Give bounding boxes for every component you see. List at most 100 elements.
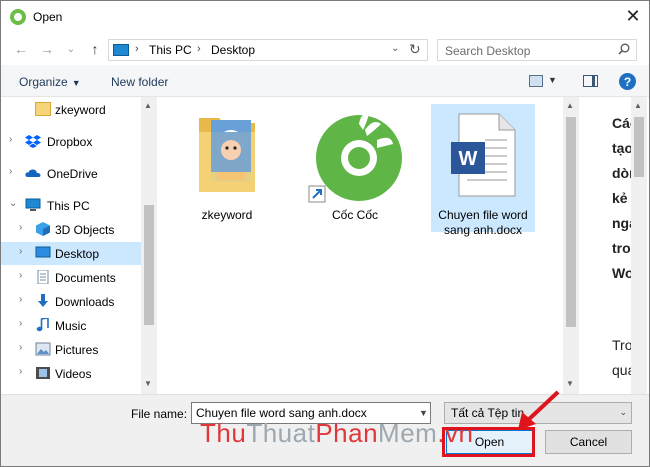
sidebar-item-label: Documents: [55, 271, 116, 285]
sidebar-item-documents[interactable]: › Documents: [1, 266, 141, 289]
file-list: zkeyword Cốc Cốc W Chuyen file word sang…: [161, 97, 579, 394]
cube-icon: [36, 222, 50, 236]
scroll-up-icon[interactable]: ▲: [566, 101, 574, 110]
window-title: Open: [33, 10, 63, 24]
back-arrow-icon[interactable]: ←: [11, 39, 31, 59]
refresh-icon[interactable]: ↻: [409, 41, 421, 58]
chevron-down-icon[interactable]: ▼: [548, 75, 557, 85]
search-placeholder: Search Desktop: [445, 44, 531, 58]
preview-text: tạo: [612, 140, 633, 156]
watermark-part: Thuat: [246, 418, 316, 448]
forward-arrow-icon[interactable]: →: [37, 39, 57, 59]
preview-pane-icon[interactable]: [583, 75, 598, 87]
chevron-right-icon[interactable]: ›: [19, 222, 22, 233]
folder-thumbnail-icon: [199, 118, 255, 192]
chevron-right-icon[interactable]: ›: [19, 246, 22, 257]
scrollbar-thumb[interactable]: [566, 117, 576, 327]
sidebar-item-music[interactable]: › Music: [1, 314, 141, 337]
scroll-up-icon[interactable]: ▲: [144, 101, 152, 110]
preview-text: Tro: [612, 337, 633, 353]
sidebar-item-label: zkeyword: [55, 103, 106, 117]
chevron-down-icon[interactable]: ⌄: [391, 43, 399, 54]
title-bar: Open ✕: [1, 1, 649, 33]
address-bar[interactable]: › This PC › Desktop ⌄ ↻: [108, 39, 428, 61]
command-bar: Organize ▼ New folder ▼ ?: [1, 65, 649, 97]
file-item-zkeyword[interactable]: zkeyword: [175, 104, 279, 232]
pictures-icon: [35, 342, 51, 356]
sidebar-item-zkeyword[interactable]: zkeyword: [1, 98, 141, 121]
search-icon: [618, 43, 630, 55]
change-view-icon[interactable]: [529, 75, 543, 87]
up-arrow-icon[interactable]: ↑: [85, 39, 105, 59]
coccoc-shortcut-icon: [308, 113, 402, 203]
recent-locations-icon[interactable]: ⌄: [61, 39, 81, 59]
sidebar-item-onedrive[interactable]: › OneDrive: [1, 162, 141, 185]
scrollbar-thumb[interactable]: [144, 205, 154, 325]
sidebar-item-label: Dropbox: [47, 135, 93, 149]
breadcrumb-desktop[interactable]: Desktop: [211, 43, 255, 57]
chevron-right-icon[interactable]: ›: [9, 166, 12, 177]
chevron-right-icon[interactable]: ›: [19, 342, 22, 353]
breadcrumb-this-pc[interactable]: This PC: [149, 43, 192, 57]
word-document-icon: W: [451, 113, 516, 197]
scroll-down-icon[interactable]: ▼: [566, 379, 574, 388]
sidebar-item-videos[interactable]: › Videos: [1, 362, 141, 385]
sidebar-item-label: Music: [55, 319, 87, 333]
sidebar-item-this-pc[interactable]: ⌄ This PC: [1, 194, 141, 217]
chevron-down-icon: ⌄: [619, 407, 627, 417]
chevron-down-icon[interactable]: ⌄: [9, 198, 17, 209]
navigation-bar: ← → ⌄ ↑ › This PC › Desktop ⌄ ↻ Search D…: [1, 33, 649, 65]
chevron-down-icon[interactable]: ▼: [419, 408, 428, 418]
chevron-right-icon[interactable]: ›: [135, 43, 139, 55]
file-name: Chuyen file word sang anh.docx: [438, 208, 528, 237]
new-folder-button[interactable]: New folder: [111, 75, 168, 89]
music-icon: [36, 318, 49, 332]
sidebar-item-label: Downloads: [55, 295, 115, 309]
chevron-right-icon[interactable]: ›: [19, 294, 22, 305]
sidebar-scrollbar[interactable]: ▲ ▼: [141, 97, 157, 394]
file-name-label: File name:: [131, 407, 188, 421]
sidebar-item-pictures[interactable]: › Pictures: [1, 338, 141, 361]
help-icon[interactable]: ?: [619, 73, 636, 90]
organize-button[interactable]: Organize ▼: [19, 75, 81, 89]
watermark-part: Thu: [200, 418, 247, 448]
sidebar-item-label: OneDrive: [47, 167, 98, 181]
videos-icon: [36, 367, 50, 379]
sidebar-item-desktop[interactable]: › Desktop: [1, 242, 141, 265]
chevron-right-icon[interactable]: ›: [197, 43, 201, 55]
sidebar-item-label: This PC: [47, 199, 90, 213]
watermark: ThuThuatPhanMem.vn: [200, 418, 474, 449]
chevron-right-icon[interactable]: ›: [19, 270, 22, 281]
watermark-part: Mem: [378, 418, 438, 448]
chevron-right-icon[interactable]: ›: [9, 134, 12, 145]
documents-icon: [37, 270, 49, 284]
preview-scrollbar[interactable]: ▲: [631, 97, 647, 394]
file-list-scrollbar[interactable]: ▲ ▼: [563, 97, 579, 394]
computer-icon: [25, 198, 41, 211]
close-button[interactable]: ✕: [619, 3, 647, 29]
coccoc-icon: [10, 9, 26, 25]
sidebar-item-3d-objects[interactable]: › 3D Objects: [1, 218, 141, 241]
watermark-part: Phan: [315, 418, 379, 448]
sidebar-item-downloads[interactable]: › Downloads: [1, 290, 141, 313]
sidebar-item-dropbox[interactable]: › Dropbox: [1, 130, 141, 153]
downloads-icon: [38, 294, 48, 307]
sidebar-item-label: Pictures: [55, 343, 99, 357]
search-input[interactable]: Search Desktop: [437, 39, 637, 61]
scroll-up-icon[interactable]: ▲: [634, 101, 642, 110]
sidebar-item-label: Videos: [55, 367, 92, 381]
file-name: Cốc Cốc: [331, 208, 378, 222]
scrollbar-thumb[interactable]: [634, 117, 644, 177]
chevron-right-icon[interactable]: ›: [19, 318, 22, 329]
file-item-word-document[interactable]: W Chuyen file word sang anh.docx: [431, 104, 535, 237]
chevron-right-icon[interactable]: ›: [19, 366, 22, 377]
desktop-icon: [35, 246, 51, 258]
annotation-arrow-icon: [518, 390, 560, 430]
sidebar-item-label: 3D Objects: [55, 223, 115, 237]
file-item-coccoc[interactable]: Cốc Cốc: [303, 104, 407, 232]
file-name: zkeyword: [201, 208, 253, 222]
scroll-down-icon[interactable]: ▼: [144, 379, 152, 388]
navigation-pane: zkeyword › Dropbox › OneDrive ⌄ This PC: [1, 97, 157, 394]
preview-text: tro: [612, 240, 631, 256]
onedrive-icon: [25, 169, 41, 177]
